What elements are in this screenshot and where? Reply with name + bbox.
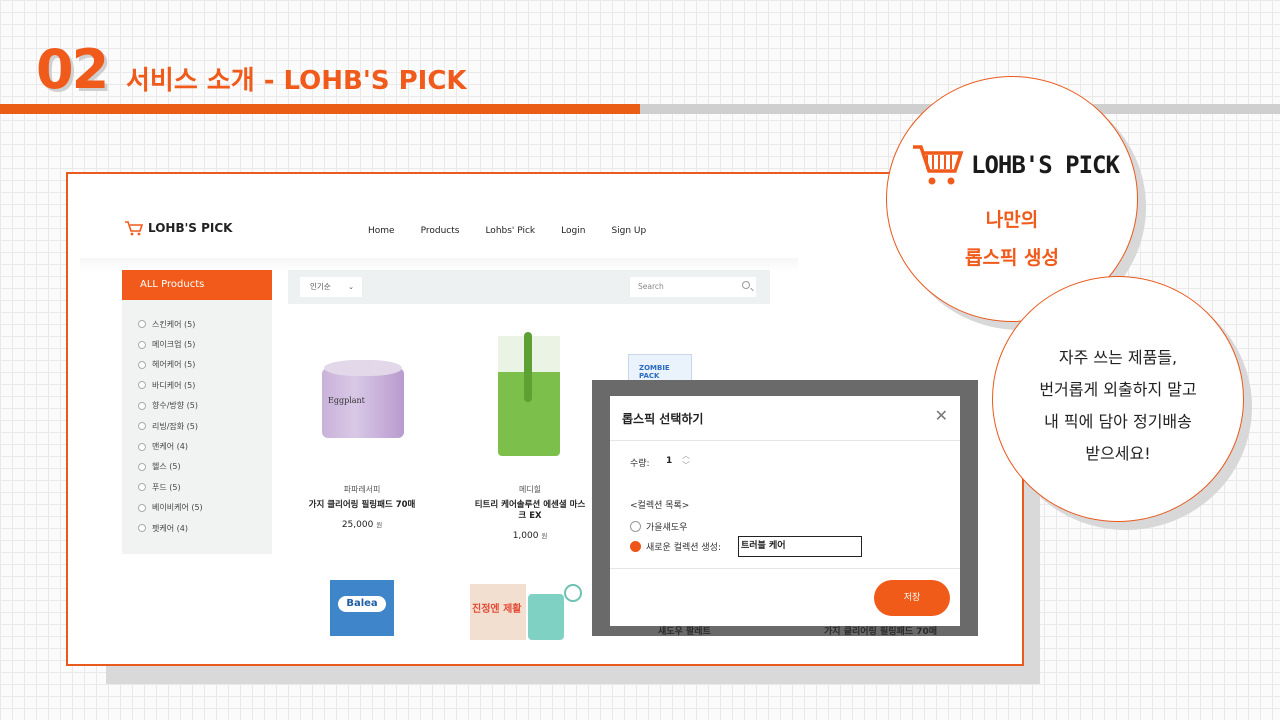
- radio-button[interactable]: [138, 442, 146, 451]
- category-item[interactable]: 향수/방향 (5): [138, 396, 272, 416]
- collection-heading: <컬렉션 목록>: [630, 501, 690, 511]
- collection-option-existing[interactable]: 가을섀도우: [630, 520, 687, 533]
- product-name[interactable]: 티트리 케어솔루션 에센셜 마스 크 EX: [462, 500, 598, 522]
- category-item[interactable]: 푸드 (5): [138, 477, 272, 497]
- modal-title: 롭스픽 선택하기: [622, 412, 704, 426]
- site-logo[interactable]: LOHB'S PICK: [124, 220, 232, 236]
- product-brand: 파파레서피: [343, 485, 381, 494]
- chevron-up-icon[interactable]: ︿: [682, 452, 690, 460]
- new-collection-input[interactable]: 트러블 케어: [738, 536, 862, 557]
- category-item[interactable]: 맨케어 (4): [138, 436, 272, 456]
- website-screenshot-frame: LOHB'S PICK Home Products Lohbs' Pick Lo…: [66, 172, 1024, 666]
- collection-option-new[interactable]: 새로운 컬렉션 생성:: [630, 540, 721, 553]
- category-item[interactable]: 리빙/잡화 (5): [138, 416, 272, 436]
- callout-text-line: 롭스픽 생성: [964, 247, 1059, 269]
- nav-lohbs-pick[interactable]: Lohbs' Pick: [485, 226, 535, 236]
- save-button[interactable]: 저장: [874, 580, 950, 616]
- radio-button[interactable]: [138, 422, 146, 431]
- divider: [610, 440, 960, 441]
- sidebar-heading[interactable]: ALL Products: [122, 270, 272, 300]
- product-image-balea[interactable]: Balea: [330, 580, 394, 636]
- sort-dropdown[interactable]: 인기순 ⌄: [300, 277, 362, 297]
- chevron-down-icon[interactable]: ﹀: [682, 462, 690, 470]
- search-input[interactable]: Search: [630, 277, 756, 297]
- product-price: 25,000 원: [341, 520, 383, 530]
- section-title: 서비스 소개 - LOHB'S PICK: [126, 66, 467, 96]
- product-toolbar: 인기순 ⌄ Search: [288, 270, 770, 304]
- radio-button[interactable]: [138, 503, 146, 512]
- radio-button[interactable]: [138, 320, 146, 329]
- category-item[interactable]: 스킨케어 (5): [138, 314, 272, 334]
- product-image-eggplant-jar[interactable]: Eggplant: [322, 360, 404, 440]
- radio-button[interactable]: [138, 462, 146, 471]
- product-card[interactable]: 파파레서피 가지 클리어링 필링패드 70매 25,000 원: [290, 484, 434, 530]
- chevron-down-icon: ⌄: [348, 283, 354, 291]
- cart-icon: [913, 145, 964, 185]
- category-item[interactable]: 베이비케어 (5): [138, 498, 272, 518]
- divider: [610, 568, 960, 569]
- callout-text-line: 내 픽에 담아 정기배송: [1044, 412, 1192, 431]
- product-price: 1,000 원: [512, 531, 548, 541]
- site-logo-text: LOHB'S PICK: [148, 221, 233, 235]
- product-name[interactable]: 가지 클리어링 필링패드 70매: [290, 500, 434, 511]
- callout-text-line: 자주 쓰는 제품들,: [1058, 348, 1178, 367]
- category-item[interactable]: 바디케어 (5): [138, 375, 272, 395]
- product-image-tube[interactable]: [528, 594, 564, 640]
- cart-icon: [125, 221, 144, 236]
- product-card[interactable]: 메디힐 티트리 케어솔루션 에센셜 마스 크 EX 1,000 원: [462, 484, 598, 541]
- nav-products[interactable]: Products: [421, 226, 460, 236]
- radio-button[interactable]: [138, 340, 146, 349]
- category-sidebar: ALL Products 스킨케어 (5) 메이크업 (5) 헤어케어 (5) …: [122, 270, 272, 554]
- site-nav: Home Products Lohbs' Pick Login Sign Up: [368, 226, 646, 236]
- quantity-stepper[interactable]: 1: [666, 456, 672, 466]
- product-badge: [564, 584, 582, 602]
- header-accent-bar: [0, 104, 640, 114]
- category-item[interactable]: 펫케어 (4): [138, 518, 272, 538]
- product-image-teatree-mask[interactable]: [498, 332, 560, 456]
- category-item[interactable]: 헤어케어 (5): [138, 355, 272, 375]
- callout-text-line: 받으세요!: [1085, 444, 1151, 463]
- callout-text-line: 번거롭게 외출하지 말고: [1039, 380, 1197, 399]
- callout-text-line: 나만의: [985, 209, 1039, 231]
- category-list: 스킨케어 (5) 메이크업 (5) 헤어케어 (5) 바디케어 (5) 향수/방…: [122, 300, 272, 538]
- section-number: 02: [36, 38, 109, 101]
- radio-button[interactable]: [138, 381, 146, 390]
- lohbs-pick-modal: 롭스픽 선택하기 ✕ 수량: 1 ︿ ﹀ <컬렉션 목록> 가을섀도우 새로운 …: [610, 396, 960, 626]
- nav-home[interactable]: Home: [368, 226, 395, 236]
- nav-sign-up[interactable]: Sign Up: [611, 226, 646, 236]
- radio-button-selected[interactable]: [630, 541, 641, 552]
- callout-logo: LOHB'S PICK: [911, 143, 1120, 187]
- nav-login[interactable]: Login: [561, 226, 585, 236]
- radio-button[interactable]: [630, 521, 641, 532]
- category-item[interactable]: 헬스 (5): [138, 457, 272, 477]
- product-brand: 메디힐: [518, 485, 542, 494]
- quantity-label: 수량:: [630, 459, 650, 469]
- category-item[interactable]: 메이크업 (5): [138, 334, 272, 354]
- callout-circle-delivery: 자주 쓰는 제품들, 번거롭게 외출하지 말고 내 픽에 담아 정기배송 받으세…: [992, 276, 1244, 522]
- radio-button[interactable]: [138, 524, 146, 533]
- product-image-soothing-pack[interactable]: 진정엔 제활: [470, 584, 526, 640]
- radio-button[interactable]: [138, 360, 146, 369]
- radio-button[interactable]: [138, 483, 146, 492]
- close-icon[interactable]: ✕: [935, 406, 948, 425]
- radio-button[interactable]: [138, 401, 146, 410]
- search-icon[interactable]: [742, 281, 750, 289]
